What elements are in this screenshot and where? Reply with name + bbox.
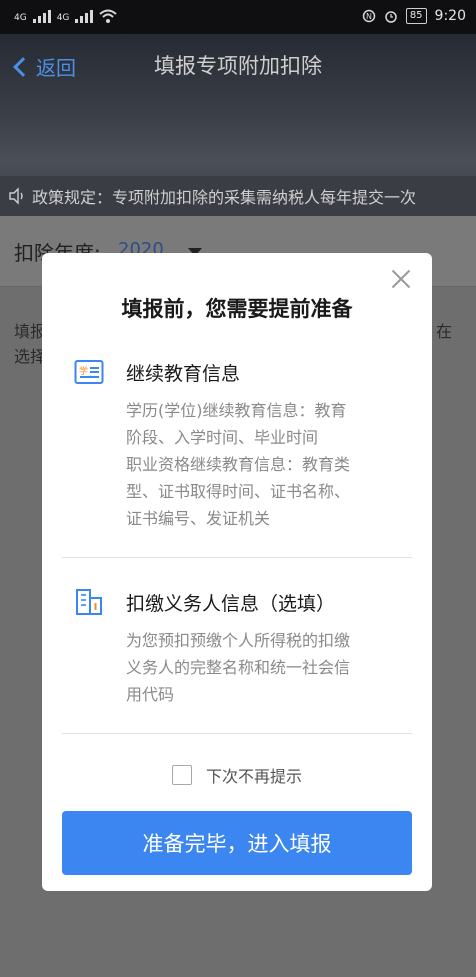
dialog-title: 填报前，您需要提前准备 — [121, 297, 353, 321]
proceed-button[interactable]: 准备完毕，进入填报 — [62, 811, 412, 875]
policy-notice: 政策规定：专项附加扣除的采集需纳税人每年提交一次 — [0, 176, 476, 216]
body-line: 职业资格继续教育信息：教育类 — [126, 455, 351, 474]
dont-show-again-row[interactable]: 下次不再提示 — [42, 763, 432, 787]
signal-icon-2 — [75, 9, 94, 23]
body-line: 义务人的完整名称和统一社会信 — [126, 658, 351, 677]
signal-group: 4G 4G — [14, 9, 118, 23]
body-line: 用代码 — [126, 685, 175, 704]
signal-icon-1 — [32, 9, 51, 23]
section-education: 学 继续教育信息 学历(学位)继续教育信息：教育 阶段、入学时间、毕业时间 职业… — [74, 355, 404, 535]
dont-show-again-checkbox[interactable] — [171, 765, 192, 785]
building-icon — [76, 589, 102, 615]
page-title: 填报专项附加扣除 — [154, 54, 322, 78]
status-right: N 85 9:20 — [362, 8, 466, 24]
section-withholding-agent: 扣缴义务人信息（选填） 为您预扣预缴个人所得税的扣缴 义务人的完整名称和统一社会… — [74, 585, 404, 715]
wifi-icon — [99, 9, 118, 23]
section-withholding-heading: 扣缴义务人信息（选填） — [126, 593, 336, 615]
svg-text:学: 学 — [79, 365, 88, 377]
body-line: 学历(学位)继续教育信息：教育 — [126, 401, 347, 420]
page-header: 返回 填报专项附加扣除 政策规定：专项附加扣除的采集需纳税人每年提交一次 — [0, 34, 476, 216]
dont-show-again-label: 下次不再提示 — [205, 767, 302, 786]
prep-dialog: 填报前，您需要提前准备 学 继续教育信息 学历(学位)继续教育信息：教育 阶段、… — [42, 253, 432, 891]
svg-text:N: N — [366, 12, 372, 21]
body-line: 型、证书取得时间、证书名称、 — [126, 482, 351, 501]
network-type-1: 4G — [14, 13, 27, 23]
battery-icon: 85 — [405, 8, 427, 24]
body-line: 为您预扣预缴个人所得税的扣缴 — [126, 631, 351, 650]
status-bar: 4G 4G N 85 9:20 — [0, 0, 476, 34]
education-doc-icon: 学 — [74, 360, 104, 384]
alarm-icon — [385, 11, 397, 23]
bg-text-line1-tail: 在 — [436, 322, 453, 341]
divider — [62, 733, 412, 734]
section-education-heading: 继续教育信息 — [126, 363, 241, 385]
close-icon[interactable] — [392, 269, 410, 287]
body-line: 证书编号、发证机关 — [126, 509, 271, 528]
network-type-2: 4G — [56, 13, 70, 23]
nfc-icon: N — [362, 9, 376, 23]
body-line: 阶段、入学时间、毕业时间 — [126, 428, 319, 447]
section-education-body: 学历(学位)继续教育信息：教育 阶段、入学时间、毕业时间 职业资格继续教育信息：… — [126, 397, 376, 532]
speaker-icon — [9, 187, 23, 205]
policy-notice-text: 政策规定：专项附加扣除的采集需纳税人每年提交一次 — [32, 188, 417, 207]
clock: 9:20 — [434, 8, 466, 24]
section-withholding-body: 为您预扣预缴个人所得税的扣缴 义务人的完整名称和统一社会信 用代码 — [126, 627, 376, 708]
divider — [62, 557, 412, 558]
